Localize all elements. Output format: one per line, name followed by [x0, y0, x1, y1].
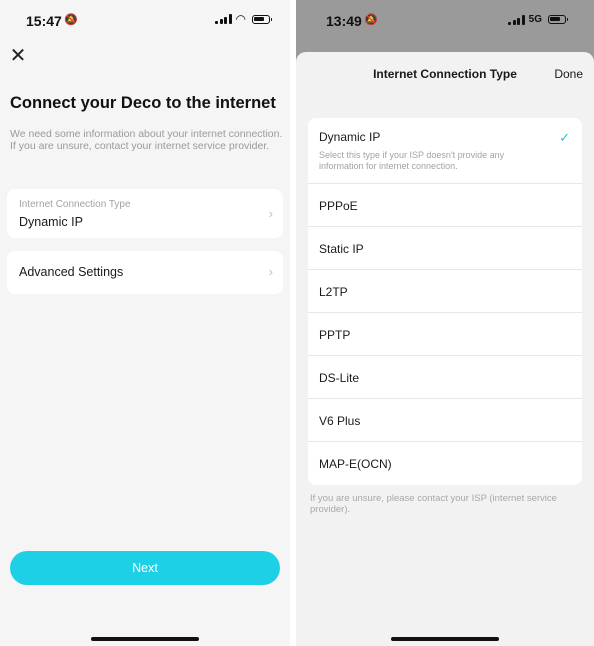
option-pptp[interactable]: PPTP	[308, 313, 582, 356]
connection-type-sheet: Internet Connection Type Done Dynamic IP…	[296, 52, 594, 646]
advanced-settings-card[interactable]: Advanced Settings ›	[7, 251, 283, 294]
option-label: PPTP	[319, 328, 351, 342]
connection-type-screen: 13:49 🔕 5G Internet Connection Type Done…	[296, 0, 594, 646]
battery-icon	[548, 15, 568, 24]
connect-screen: 15:47 🔕 ◠ ✕ Connect your Deco to the int…	[0, 0, 290, 646]
home-indicator[interactable]	[391, 637, 499, 641]
option-label: Dynamic IP	[319, 130, 381, 144]
option-dynamic-ip[interactable]: Dynamic IP Select this type if your ISP …	[308, 118, 582, 184]
option-label: DS-Lite	[319, 371, 360, 385]
status-icons: 5G	[508, 14, 568, 25]
chevron-right-icon: ›	[268, 206, 273, 221]
option-description: Select this type if your ISP doesn't pro…	[319, 150, 505, 171]
status-bar: 13:49 🔕 5G	[296, 0, 594, 40]
connection-type-card[interactable]: Internet Connection Type Dynamic IP ›	[7, 189, 283, 238]
bell-slash-icon: 🔕	[64, 14, 78, 26]
bell-slash-icon: 🔕	[364, 14, 378, 26]
sheet-title: Internet Connection Type	[373, 67, 517, 81]
option-label: V6 Plus	[319, 414, 361, 428]
option-label: Static IP	[319, 242, 364, 256]
status-icons: ◠	[215, 12, 272, 26]
footer-note: If you are unsure, please contact your I…	[310, 493, 557, 515]
option-l2tp[interactable]: L2TP	[308, 270, 582, 313]
chevron-right-icon: ›	[268, 264, 273, 279]
option-label: L2TP	[319, 285, 348, 299]
option-label: PPPoE	[319, 199, 358, 213]
status-bar: 15:47 🔕 ◠	[0, 0, 290, 40]
status-time: 15:47	[26, 13, 62, 29]
checkmark-icon: ✓	[559, 130, 570, 145]
next-button[interactable]: Next	[10, 551, 280, 585]
connection-type-list: Dynamic IP Select this type if your ISP …	[308, 118, 582, 485]
advanced-settings-label: Advanced Settings	[19, 265, 124, 279]
close-icon[interactable]: ✕	[8, 46, 28, 66]
option-static-ip[interactable]: Static IP	[308, 227, 582, 270]
option-pppoe[interactable]: PPPoE	[308, 184, 582, 227]
page-description: We need some information about your inte…	[10, 128, 283, 152]
option-ds-lite[interactable]: DS-Lite	[308, 356, 582, 399]
wifi-icon: ◠	[235, 12, 246, 26]
connection-type-value: Dynamic IP	[19, 215, 83, 229]
signal-bars-icon	[215, 14, 232, 24]
option-map-e-ocn[interactable]: MAP-E(OCN)	[308, 442, 582, 485]
connection-type-label: Internet Connection Type	[19, 199, 131, 210]
option-v6-plus[interactable]: V6 Plus	[308, 399, 582, 442]
done-button[interactable]: Done	[554, 67, 583, 81]
status-time: 13:49	[326, 13, 362, 29]
network-type: 5G	[528, 14, 542, 25]
page-title: Connect your Deco to the internet	[10, 94, 276, 112]
option-label: MAP-E(OCN)	[319, 457, 392, 471]
battery-icon	[252, 14, 272, 24]
home-indicator[interactable]	[91, 637, 199, 641]
signal-bars-icon	[508, 14, 525, 25]
